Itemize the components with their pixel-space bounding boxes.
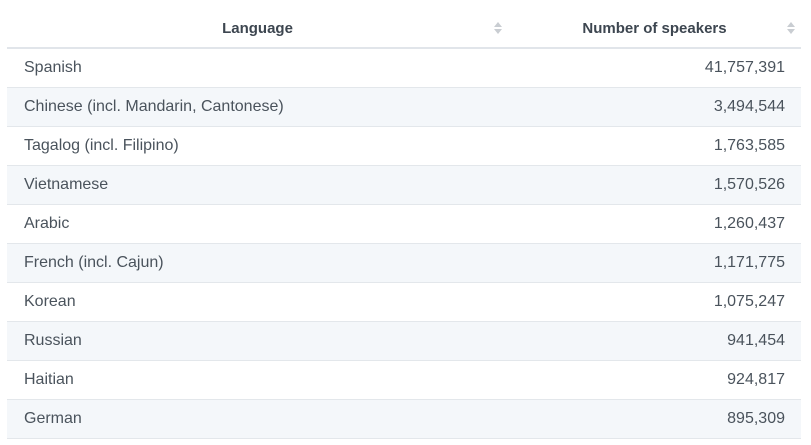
table-row: Russian 941,454 bbox=[7, 321, 801, 361]
cell-language: Arabic bbox=[7, 204, 508, 244]
cell-language: Korean bbox=[7, 282, 508, 322]
cell-speakers: 41,757,391 bbox=[508, 48, 801, 88]
table-row: Haitian 924,817 bbox=[7, 360, 801, 400]
sort-updown-icon[interactable] bbox=[494, 22, 502, 34]
cell-language: French (incl. Cajun) bbox=[7, 243, 508, 283]
table-row: French (incl. Cajun) 1,171,775 bbox=[7, 243, 801, 283]
table-row: Spanish 41,757,391 bbox=[7, 48, 801, 88]
cell-speakers: 3,494,544 bbox=[508, 87, 801, 127]
data-table-container: Language Number of speakers Spanish 41,7… bbox=[7, 9, 801, 439]
cell-language: Tagalog (incl. Filipino) bbox=[7, 126, 508, 166]
cell-language: German bbox=[7, 399, 508, 439]
sort-updown-icon[interactable] bbox=[787, 22, 795, 34]
cell-speakers: 1,763,585 bbox=[508, 126, 801, 166]
cell-speakers: 1,075,247 bbox=[508, 282, 801, 322]
column-header-language[interactable]: Language bbox=[7, 9, 508, 49]
cell-speakers: 941,454 bbox=[508, 321, 801, 361]
table-row: German 895,309 bbox=[7, 399, 801, 439]
cell-speakers: 1,570,526 bbox=[508, 165, 801, 205]
cell-speakers: 1,171,775 bbox=[508, 243, 801, 283]
cell-language: Chinese (incl. Mandarin, Cantonese) bbox=[7, 87, 508, 127]
cell-language: Vietnamese bbox=[7, 165, 508, 205]
table-header: Language Number of speakers bbox=[7, 9, 801, 49]
cell-language: Haitian bbox=[7, 360, 508, 400]
table-row: Tagalog (incl. Filipino) 1,763,585 bbox=[7, 126, 801, 166]
cell-language: Russian bbox=[7, 321, 508, 361]
cell-language: Spanish bbox=[7, 48, 508, 88]
column-header-label: Language bbox=[222, 19, 293, 37]
column-header-label: Number of speakers bbox=[582, 19, 727, 37]
table-row: Arabic 1,260,437 bbox=[7, 204, 801, 244]
table-row: Korean 1,075,247 bbox=[7, 282, 801, 322]
cell-speakers: 1,260,437 bbox=[508, 204, 801, 244]
cell-speakers: 924,817 bbox=[508, 360, 801, 400]
column-header-speakers[interactable]: Number of speakers bbox=[508, 9, 801, 49]
table-body: Spanish 41,757,391 Chinese (incl. Mandar… bbox=[7, 48, 801, 439]
speakers-table: Language Number of speakers Spanish 41,7… bbox=[7, 9, 801, 439]
cell-speakers: 895,309 bbox=[508, 399, 801, 439]
header-row: Language Number of speakers bbox=[7, 9, 801, 49]
table-row: Chinese (incl. Mandarin, Cantonese) 3,49… bbox=[7, 87, 801, 127]
table-row: Vietnamese 1,570,526 bbox=[7, 165, 801, 205]
